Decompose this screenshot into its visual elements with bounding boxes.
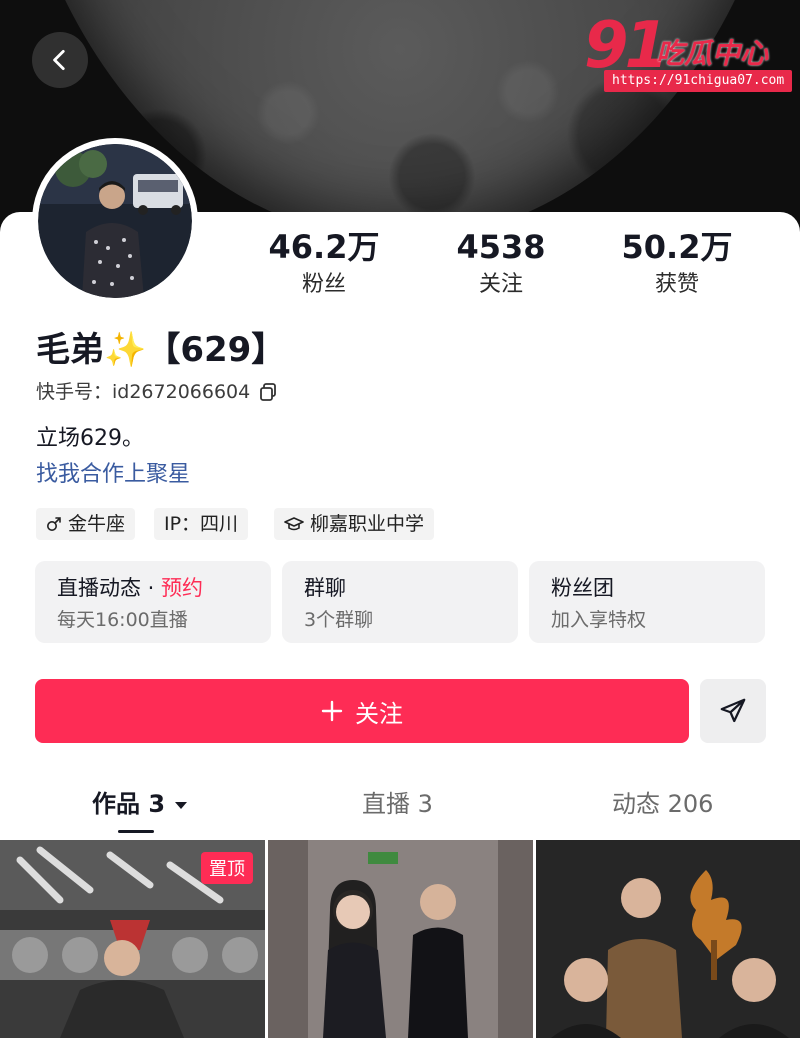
tag-ip: IP：四川 [154, 508, 249, 540]
thumbnail-image [268, 840, 533, 1038]
pinned-badge: 置顶 [201, 852, 253, 884]
stat-label: 粉丝 [301, 272, 346, 297]
tab-label: 作品 3 [92, 790, 166, 818]
tag-label: 金牛座 [68, 513, 126, 535]
graduation-cap-icon [284, 517, 304, 531]
follow-label: 关注 [355, 699, 403, 728]
profile-name: 毛弟✨【629】 [36, 330, 286, 370]
tag-label: IP：四川 [164, 513, 239, 535]
caret-down-icon [175, 802, 188, 809]
watermark-name: 吃瓜中心 [656, 37, 769, 70]
stat-following[interactable]: 4538 关注 [411, 226, 591, 300]
card-title: 直播动态 · 预约 [57, 573, 203, 603]
tab-label: 动态 206 [612, 790, 714, 818]
watermark-number: 91 [584, 9, 669, 83]
avatar-photo [38, 144, 192, 298]
chevron-left-icon [53, 49, 65, 71]
share-button[interactable] [700, 679, 766, 743]
profile-id-text: 快手号：id2672066604 [36, 381, 251, 403]
video-thumbnail[interactable] [536, 840, 800, 1038]
tag-zodiac: 金牛座 [36, 508, 136, 540]
stat-followers[interactable]: 46.2万 粉丝 [234, 226, 414, 300]
video-thumbnail[interactable] [268, 840, 533, 1038]
profile-id: 快手号：id2672066604 [36, 378, 278, 406]
copy-icon[interactable] [258, 382, 278, 402]
tab-works[interactable]: 作品 3 [92, 786, 189, 822]
card-live-schedule[interactable]: 直播动态 · 预约 每天16:00直播 [35, 561, 271, 643]
stat-value: 46.2万 [268, 228, 380, 266]
stat-label: 关注 [478, 272, 523, 297]
reserve-label[interactable]: 预约 [161, 576, 203, 600]
card-subtitle: 每天16:00直播 [57, 609, 188, 631]
plus-icon [321, 700, 343, 722]
active-tab-indicator [118, 830, 154, 833]
tab-live[interactable]: 直播 3 [362, 786, 433, 822]
male-icon [47, 517, 61, 531]
card-subtitle: 3个群聊 [304, 609, 374, 631]
send-icon [720, 698, 746, 723]
tag-label: 柳嘉职业中学 [310, 513, 425, 535]
stat-value: 4538 [456, 228, 546, 266]
watermark-logo: 91 吃瓜中心 https://91chigua07.com [584, 14, 793, 96]
card-group-chat[interactable]: 群聊 3个群聊 [282, 561, 518, 643]
watermark-url: https://91chigua07.com [604, 70, 793, 92]
back-button[interactable] [32, 32, 88, 88]
tag-school[interactable]: 柳嘉职业中学 [274, 508, 435, 540]
avatar[interactable] [32, 138, 198, 304]
video-thumbnail[interactable]: 置顶 [0, 840, 265, 1038]
stat-value: 50.2万 [621, 228, 733, 266]
thumbnail-image [536, 840, 800, 1038]
tab-moments[interactable]: 动态 206 [612, 786, 713, 822]
card-subtitle: 加入享特权 [551, 609, 647, 631]
collab-link[interactable]: 找我合作上聚星 [36, 460, 190, 490]
card-title: 群聊 [304, 576, 346, 600]
follow-button[interactable]: 关注 [35, 679, 689, 743]
stat-label: 获赞 [654, 272, 699, 297]
stat-likes[interactable]: 50.2万 获赞 [587, 226, 767, 300]
card-title-text: 直播动态 · [57, 576, 162, 600]
tab-label: 直播 3 [362, 790, 433, 818]
card-title: 粉丝团 [551, 576, 614, 600]
profile-bio: 立场629。 [36, 426, 144, 451]
card-fan-club[interactable]: 粉丝团 加入享特权 [529, 561, 765, 643]
